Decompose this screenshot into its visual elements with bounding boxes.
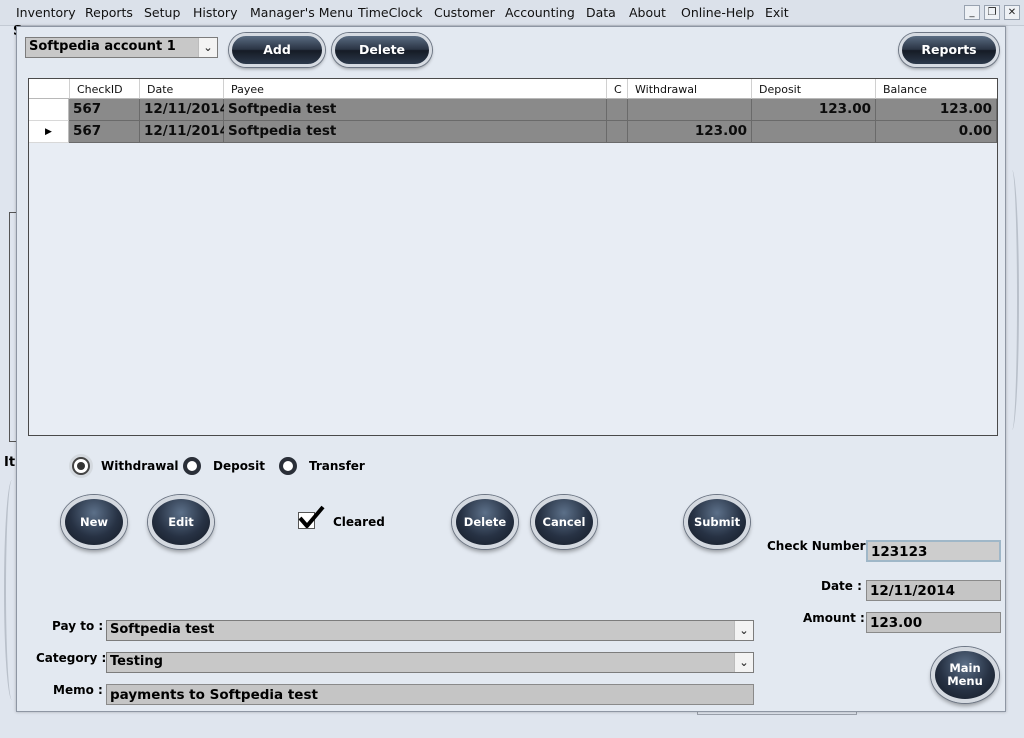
cell-payee[interactable]: Softpedia test bbox=[224, 121, 607, 143]
category-label: Category : bbox=[36, 651, 107, 665]
reports-button[interactable]: Reports bbox=[899, 33, 999, 67]
cell-cleared[interactable] bbox=[607, 121, 628, 143]
cell-date[interactable]: 12/11/2014 bbox=[140, 121, 229, 143]
cleared-label[interactable]: Cleared bbox=[333, 515, 385, 529]
category-select[interactable]: Testing ⌄ bbox=[106, 652, 754, 673]
account-select-value: Softpedia account 1 bbox=[29, 39, 176, 54]
menu-history[interactable]: History bbox=[193, 5, 237, 20]
transactions-grid: CheckID Date Payee C Withdrawal Deposit … bbox=[28, 78, 998, 436]
cell-checkid[interactable]: 567 bbox=[69, 99, 140, 121]
new-button[interactable]: New bbox=[61, 495, 127, 549]
submit-button[interactable]: Submit bbox=[684, 495, 750, 549]
chevron-down-icon[interactable]: ⌄ bbox=[734, 621, 753, 640]
delete-account-button[interactable]: Delete bbox=[332, 33, 432, 67]
cell-checkid[interactable]: 567 bbox=[69, 121, 140, 143]
transfer-label[interactable]: Transfer bbox=[309, 459, 365, 473]
pay-to-label: Pay to : bbox=[52, 619, 104, 633]
menu-online-help[interactable]: Online-Help bbox=[681, 5, 754, 20]
amount-field[interactable]: 123.00 bbox=[866, 612, 1001, 633]
transfer-radio[interactable] bbox=[279, 457, 297, 475]
checkbook-dialog: Softpedia account 1 ⌄ Add Delete Reports… bbox=[16, 26, 1006, 712]
menu-data[interactable]: Data bbox=[586, 5, 616, 20]
grid-header-corner bbox=[29, 79, 70, 99]
row-selector[interactable] bbox=[29, 99, 69, 121]
menu-inventory[interactable]: Inventory bbox=[16, 5, 76, 20]
deposit-label[interactable]: Deposit bbox=[213, 459, 265, 473]
menu-managers-menu[interactable]: Manager's Menu bbox=[250, 5, 353, 20]
menu-setup[interactable]: Setup bbox=[144, 5, 180, 20]
table-row[interactable]: 567 12/11/2014 Softpedia test 123.00 123… bbox=[29, 99, 997, 121]
memo-label: Memo : bbox=[53, 683, 103, 697]
chevron-down-icon[interactable]: ⌄ bbox=[734, 653, 753, 672]
cell-date[interactable]: 12/11/2014 bbox=[140, 99, 229, 121]
delete-button[interactable]: Delete bbox=[452, 495, 518, 549]
memo-field[interactable]: payments to Softpedia test bbox=[106, 684, 754, 705]
check-number-field[interactable]: 123123 bbox=[866, 540, 1001, 562]
minimize-button[interactable]: _ bbox=[964, 5, 980, 20]
chevron-down-icon[interactable]: ⌄ bbox=[198, 38, 217, 57]
row-selector[interactable]: ▶ bbox=[29, 121, 69, 143]
background-label: It bbox=[4, 455, 16, 470]
grid-header-deposit[interactable]: Deposit bbox=[752, 79, 876, 99]
grid-header-cleared[interactable]: C bbox=[607, 79, 628, 99]
add-button[interactable]: Add bbox=[229, 33, 325, 67]
restore-button[interactable]: ❐ bbox=[984, 5, 1000, 20]
cell-withdrawal[interactable] bbox=[628, 99, 752, 121]
account-select[interactable]: Softpedia account 1 ⌄ bbox=[25, 37, 218, 58]
menu-customer[interactable]: Customer bbox=[434, 5, 495, 20]
grid-header-withdrawal[interactable]: Withdrawal bbox=[628, 79, 752, 99]
menu-exit[interactable]: Exit bbox=[765, 5, 789, 20]
cell-balance[interactable]: 0.00 bbox=[876, 121, 997, 143]
amount-label: Amount : bbox=[803, 611, 865, 625]
withdrawal-label[interactable]: Withdrawal bbox=[101, 459, 179, 473]
pay-to-value: Softpedia test bbox=[110, 622, 215, 637]
pay-to-select[interactable]: Softpedia test ⌄ bbox=[106, 620, 754, 641]
withdrawal-radio[interactable] bbox=[72, 457, 90, 475]
date-label: Date : bbox=[821, 579, 862, 593]
grid-header-payee[interactable]: Payee bbox=[224, 79, 607, 99]
menu-accounting[interactable]: Accounting bbox=[505, 5, 575, 20]
cell-deposit[interactable] bbox=[752, 121, 876, 143]
current-row-arrow-icon: ▶ bbox=[45, 127, 52, 137]
cell-cleared[interactable] bbox=[607, 99, 628, 121]
menu-reports[interactable]: Reports bbox=[85, 5, 133, 20]
close-button[interactable]: ✕ bbox=[1004, 5, 1020, 20]
cell-payee[interactable]: Softpedia test bbox=[224, 99, 607, 121]
menu-timeclock[interactable]: TimeClock bbox=[358, 5, 423, 20]
cell-deposit[interactable]: 123.00 bbox=[752, 99, 876, 121]
cancel-button[interactable]: Cancel bbox=[531, 495, 597, 549]
category-value: Testing bbox=[110, 654, 163, 669]
edit-button[interactable]: Edit bbox=[148, 495, 214, 549]
grid-header-date[interactable]: Date bbox=[140, 79, 224, 99]
background-round-edge-right bbox=[1005, 170, 1019, 430]
cell-withdrawal[interactable]: 123.00 bbox=[628, 121, 752, 143]
table-row[interactable]: ▶ 567 12/11/2014 Softpedia test 123.00 0… bbox=[29, 121, 997, 143]
deposit-radio[interactable] bbox=[183, 457, 201, 475]
check-number-label: Check Number : bbox=[767, 539, 875, 553]
main-menu-button[interactable]: Main Menu bbox=[931, 647, 999, 703]
menu-about[interactable]: About bbox=[629, 5, 666, 20]
cell-balance[interactable]: 123.00 bbox=[876, 99, 997, 121]
main-menu-label-line2: Menu bbox=[947, 674, 983, 688]
date-field[interactable]: 12/11/2014 bbox=[866, 580, 1001, 601]
menu-bar: Inventory Reports Setup History Manager'… bbox=[0, 0, 1024, 26]
grid-header-balance[interactable]: Balance bbox=[876, 79, 997, 99]
checkmark-icon bbox=[298, 505, 325, 528]
grid-header-checkid[interactable]: CheckID bbox=[70, 79, 140, 99]
